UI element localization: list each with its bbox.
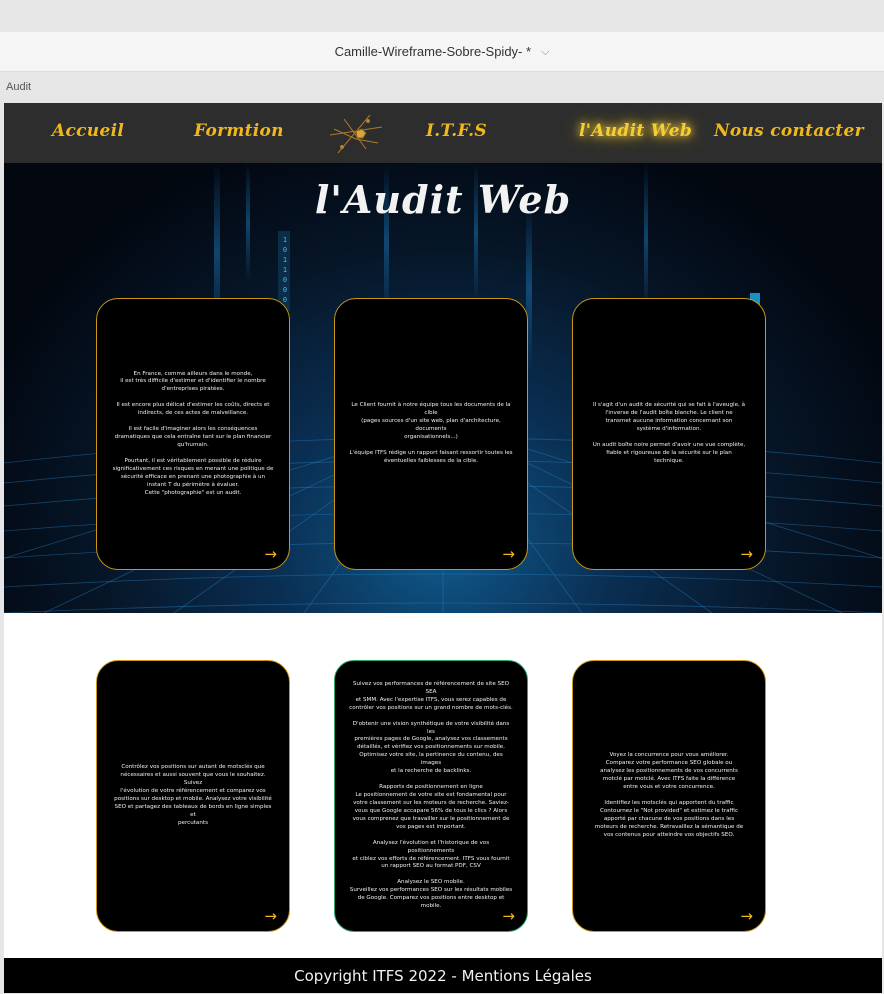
card-text: Le Client fournit à notre équipe tous le… <box>349 402 513 464</box>
footer: Copyright ITFS 2022 - Mentions Légales <box>4 958 882 993</box>
card-text: Il s'agit d'un audit de sécurité qui se … <box>592 402 746 464</box>
card-audit-intro: En France, comme ailleurs dans le monde,… <box>96 298 290 570</box>
window-top-strip <box>0 0 884 32</box>
page-name-label: Audit <box>6 81 32 93</box>
chevron-down-icon[interactable]: ⌵ <box>541 45 549 59</box>
arrow-right-icon[interactable]: → <box>264 545 277 563</box>
arrow-right-icon[interactable]: → <box>502 907 515 925</box>
document-title-bar[interactable]: Camille-Wireframe-Sobre-Spidy- * ⌵ <box>0 32 884 72</box>
card-text: En France, comme ailleurs dans le monde,… <box>112 370 274 496</box>
nav-item-accueil[interactable]: Accueil <box>52 121 124 141</box>
card-audit-black-box: Il s'agit d'un audit de sécurité qui se … <box>572 298 766 570</box>
page-title: l'Audit Web <box>314 177 572 222</box>
document-title[interactable]: Camille-Wireframe-Sobre-Spidy- * <box>335 44 532 59</box>
footer-copyright[interactable]: Copyright ITFS 2022 - Mentions Légales <box>294 967 592 985</box>
logo-icon <box>329 114 383 154</box>
navbar: Accueil Formtion I.T.F.S l'Audit Web Nou… <box>4 103 882 163</box>
card-seo-positions: Contrôlez vos positions sur autant de mo… <box>96 660 290 932</box>
card-seo-competition: Voyez la concurrence pour vous améliorer… <box>572 660 766 932</box>
page-frame: Accueil Formtion I.T.F.S l'Audit Web Nou… <box>4 103 882 993</box>
card-text: Voyez la concurrence pour vous améliorer… <box>594 752 744 838</box>
binary-column: 1 0 1 1 0 0 0 <box>282 236 288 304</box>
arrow-right-icon[interactable]: → <box>740 545 753 563</box>
card-text: Suivez vos performances de référencement… <box>349 680 513 910</box>
nav-item-audit-web[interactable]: l'Audit Web <box>579 121 692 141</box>
arrow-right-icon[interactable]: → <box>264 907 277 925</box>
card-audit-white-box: Le Client fournit à notre équipe tous le… <box>334 298 528 570</box>
nav-item-itfs[interactable]: I.T.F.S <box>426 121 487 141</box>
nav-item-formation[interactable]: Formtion <box>194 121 284 141</box>
card-seo-performance[interactable]: Suivez vos performances de référencement… <box>334 660 528 932</box>
nav-item-contact[interactable]: Nous contacter <box>714 121 864 141</box>
arrow-right-icon[interactable]: → <box>740 907 753 925</box>
card-text: Contrôlez vos positions sur autant de mo… <box>114 764 272 826</box>
arrow-right-icon[interactable]: → <box>502 545 515 563</box>
